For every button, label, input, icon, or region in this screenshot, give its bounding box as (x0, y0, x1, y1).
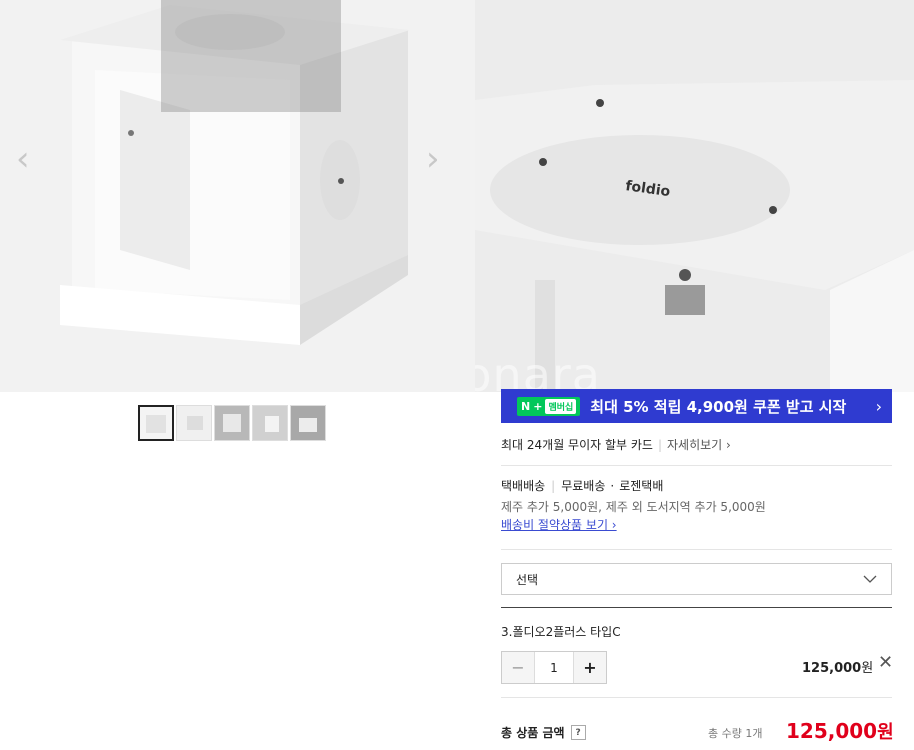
divider (501, 607, 892, 608)
thumbnail-item[interactable] (252, 405, 288, 441)
divider (501, 697, 892, 698)
thumbnail-strip (138, 405, 326, 441)
naver-n-icon: N (521, 399, 531, 413)
shipping-fee: 무료배송 (561, 479, 606, 493)
membership-label: 멤버십 (545, 398, 577, 414)
total-price-value: 125,000 (786, 719, 878, 743)
total-label-text: 총 상품 금액 (501, 726, 565, 740)
lightbox-illustration (0, 0, 475, 392)
thumbnail-item[interactable] (290, 405, 326, 441)
shipping-extra-fee: 제주 추가 5,000원, 제주 외 도서지역 추가 5,000원 (501, 500, 766, 514)
option-price-unit: 원 (861, 661, 874, 676)
quantity-stepper: − 1 + (501, 651, 607, 684)
product-zoom-image: foldio Joonggonara (475, 0, 914, 392)
card-details-link[interactable]: 자세히보기 › (667, 438, 731, 452)
naver-plus-badge: N + 멤버십 (517, 396, 581, 416)
thumbnail-item[interactable] (138, 405, 174, 441)
promo-text: 최대 5% 적립 4,900원 쿠폰 받고 시작 (590, 397, 847, 416)
lightbox-zoom-illustration: foldio (475, 0, 914, 392)
total-price-unit: 원 (877, 722, 894, 743)
option-select-value: 선택 (516, 572, 539, 587)
watermark-text: Joonggonara (475, 348, 601, 392)
divider (501, 465, 892, 466)
product-main-image: ‹ › (0, 0, 475, 392)
total-label: 총 상품 금액 ? (501, 724, 586, 741)
remove-option-button[interactable]: ✕ (878, 652, 893, 673)
option-price: 125,000원 (802, 657, 873, 676)
membership-promo-banner[interactable]: N + 멤버십 최대 5% 적립 4,900원 쿠폰 받고 시작 › (501, 389, 892, 423)
thumbnail-item[interactable] (176, 405, 212, 441)
option-select[interactable]: 선택 (501, 563, 892, 595)
thumbnail-item[interactable] (214, 405, 250, 441)
total-price: 125,000원 (786, 718, 894, 744)
prev-image-button[interactable]: ‹ (16, 142, 30, 176)
plus-icon: + (533, 399, 543, 413)
quantity-value[interactable]: 1 (535, 652, 573, 683)
selected-option-name: 3.폴디오2플러스 타입C (501, 625, 621, 639)
shipping-info: 택배배송 | 무료배송 · 로젠택배 (501, 479, 664, 493)
shipping-type: 택배배송 (501, 479, 546, 493)
help-icon[interactable]: ? (570, 725, 586, 740)
next-image-button[interactable]: › (426, 142, 440, 176)
installment-card-row: 최대 24개월 무이자 할부 카드 | 자세히보기 › (501, 438, 731, 452)
shipping-saving-link[interactable]: 배송비 절약상품 보기 › (501, 516, 617, 533)
courier-name: 로젠택배 (619, 479, 664, 493)
installment-text: 최대 24개월 무이자 할부 카드 (501, 438, 653, 452)
total-quantity: 총 수량 1개 (708, 727, 763, 740)
quantity-increase-button[interactable]: + (573, 652, 606, 683)
chevron-down-icon (863, 575, 877, 583)
option-price-value: 125,000 (802, 661, 862, 676)
quantity-decrease-button[interactable]: − (502, 652, 535, 683)
divider (501, 549, 892, 550)
chevron-right-icon: › (875, 396, 882, 416)
